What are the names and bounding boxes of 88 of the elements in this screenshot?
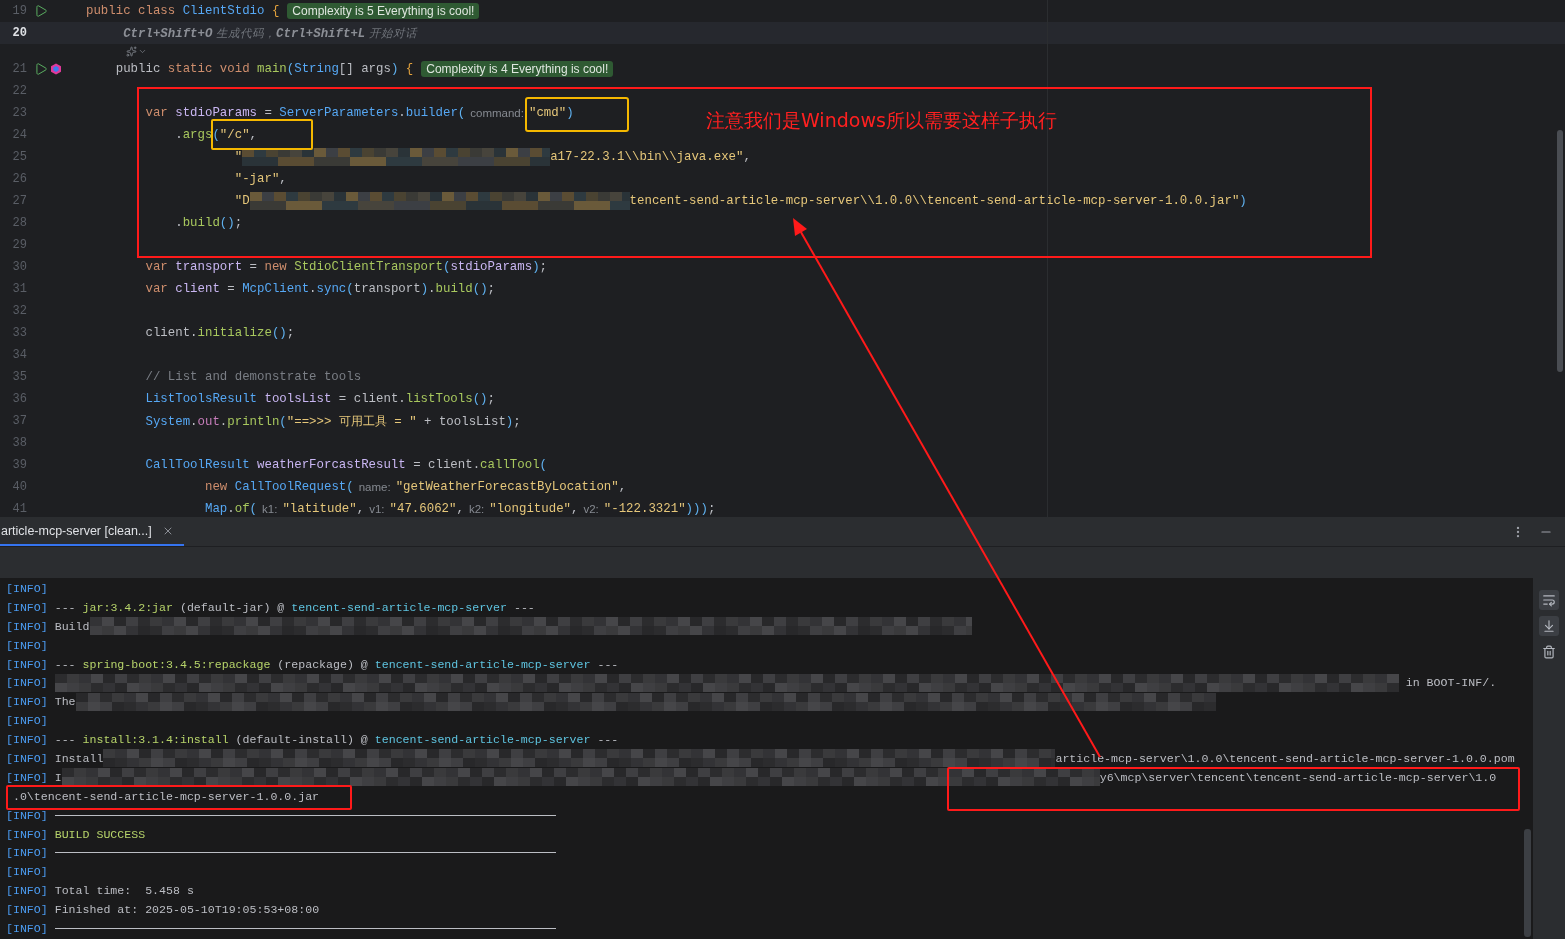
code-text: // List and demonstrate tools xyxy=(144,370,362,384)
code-text: var stdioParams = ServerParameters.builder( xyxy=(144,106,466,120)
hexagon-icon[interactable] xyxy=(50,63,62,75)
complexity-badge: Complexity is 5 Everything is cool! xyxy=(287,3,480,19)
code-text: tencent-send-article-mcp-server\\1.0.0\\tencent-send-article-mcp-server-1.0.0.jar") xyxy=(629,194,1247,208)
code-text: System.out.println("==>>> 可用工具 = " + toolsList); xyxy=(144,413,521,430)
code-text: "-jar", xyxy=(233,172,287,186)
code-text: var transport = new StdioClientTransport(stdioParams); xyxy=(144,260,548,274)
console-text: [INFO] Install xyxy=(6,751,104,765)
line-number: 38 xyxy=(11,436,27,450)
line-number: 26 xyxy=(11,172,27,186)
console-text: y6\mcp\server\tencent\tencent-send-article-mcp-server\1.0 xyxy=(1099,770,1497,784)
code-text: "getWeatherForecastByLocation", xyxy=(395,480,627,494)
inlay-hint: v2: xyxy=(583,503,599,515)
console-text: article-mcp-server\1.0.0\tencent-send-article-mcp-server-1.0.0.pom xyxy=(1055,751,1515,765)
console-text: [INFO] xyxy=(6,846,48,860)
line-number: 31 xyxy=(11,282,27,296)
code-text: "cmd") xyxy=(528,106,574,120)
console-text: [INFO] xyxy=(6,638,48,652)
line-number: 22 xyxy=(11,84,27,98)
scrollbar-thumb[interactable] xyxy=(1557,130,1563,372)
line-number: 35 xyxy=(11,370,27,384)
line-number: 28 xyxy=(11,216,27,230)
line-number: 29 xyxy=(11,238,27,252)
run-icon[interactable] xyxy=(34,62,48,76)
code-text: CallToolResult weatherForcastResult = client.callTool( xyxy=(144,458,548,472)
line-number: 36 xyxy=(11,392,27,406)
code-text: "longitude", xyxy=(489,502,579,516)
soft-wrap-icon[interactable] xyxy=(1539,590,1559,610)
console-text: [INFO] I xyxy=(6,770,62,784)
console-text: [INFO] --- jar:3.4.2:jar (default-jar) @ tencent-send-article-mcp-server --- xyxy=(6,600,535,614)
line-number: 30 xyxy=(11,260,27,274)
line-number: 23 xyxy=(11,106,27,120)
line-number: 39 xyxy=(11,458,27,472)
code-text: public class ClientStdio { xyxy=(86,4,280,18)
inlay-hint: command: xyxy=(470,107,524,119)
console-text: [INFO] xyxy=(6,921,48,935)
line-number: 19 xyxy=(11,4,27,18)
inlay-hint: v1: xyxy=(369,503,385,515)
console-text: [INFO] xyxy=(6,676,48,690)
run-icon[interactable] xyxy=(34,4,48,18)
code-text: .build(); xyxy=(174,216,243,230)
line-number: 24 xyxy=(11,128,27,142)
console-text: [INFO] xyxy=(6,581,48,595)
line-number: 25 xyxy=(11,150,27,164)
console-text: [INFO] --- install:3.1.4:install (default-install) @ tencent-send-article-mcp-server --- xyxy=(6,733,619,747)
console-text: in BOOT-INF/. xyxy=(1404,676,1497,690)
code-text: "47.6062", xyxy=(389,502,464,516)
code-text: new CallToolRequest( xyxy=(203,480,354,494)
console-text: [INFO] Total time: 5.458 s xyxy=(6,884,194,898)
inlay-hint: k2: xyxy=(468,503,485,515)
inlay-hint: k1: xyxy=(262,503,278,515)
console-text: [INFO] BUILD SUCCESS xyxy=(6,827,146,841)
line-number: 41 xyxy=(11,502,27,516)
complexity-badge: Complexity is 4 Everything is cool! xyxy=(421,61,614,77)
assistant-icon[interactable] xyxy=(126,45,137,57)
code-text: .args("/c", xyxy=(174,128,258,142)
console-text: [INFO] Finished at: 2025-05-10T19:05:53+08:00 xyxy=(6,903,320,917)
line-number: 21 xyxy=(11,62,27,76)
console-text: [INFO] xyxy=(6,714,48,728)
console-text: [INFO] --- spring-boot:3.4.5:repackage (repackage) @ tencent-send-article-mcp-server --- xyxy=(6,657,619,671)
line-number: 32 xyxy=(11,304,27,318)
code-text: "latitude", xyxy=(282,502,365,516)
code-text: "-122.3321"))); xyxy=(603,502,716,516)
annotation-note: 注意我们是Windows所以需要这样子执行 xyxy=(706,108,1057,133)
console-text: [INFO] xyxy=(6,865,48,879)
code-text: Ctrl+Shift+O 生成代码，Ctrl+Shift+L 开始对话 xyxy=(122,25,417,41)
inlay-hint: name: xyxy=(358,481,391,493)
line-number: 33 xyxy=(11,326,27,340)
console-text: .0\tencent-send-article-mcp-server-1.0.0.jar xyxy=(11,789,320,803)
code-text: ListToolsResult toolsList = client.listTools(); xyxy=(144,392,495,406)
console-text: [INFO] Build xyxy=(6,619,90,633)
line-number: 20 xyxy=(11,26,27,40)
code-text: public static void main(String[] args) { xyxy=(114,62,414,76)
code-text: Map.of( xyxy=(203,502,258,516)
code-text: var client = McpClient.sync(transport).build(); xyxy=(144,282,495,296)
code-text: client.initialize(); xyxy=(144,326,295,340)
code-text: " xyxy=(233,150,243,164)
scrollbar-thumb[interactable] xyxy=(1524,829,1531,937)
line-number: 40 xyxy=(11,480,27,494)
line-number: 37 xyxy=(11,414,27,428)
console-text: [INFO] xyxy=(6,808,48,822)
line-number: 27 xyxy=(11,194,27,208)
code-text: "D xyxy=(233,194,250,208)
code-text: a17-22.3.1\\bin\\java.exe", xyxy=(550,150,751,164)
console-text: [INFO] The xyxy=(6,695,76,709)
line-number: 34 xyxy=(11,348,27,362)
scroll-to-end-icon[interactable] xyxy=(1539,616,1559,636)
